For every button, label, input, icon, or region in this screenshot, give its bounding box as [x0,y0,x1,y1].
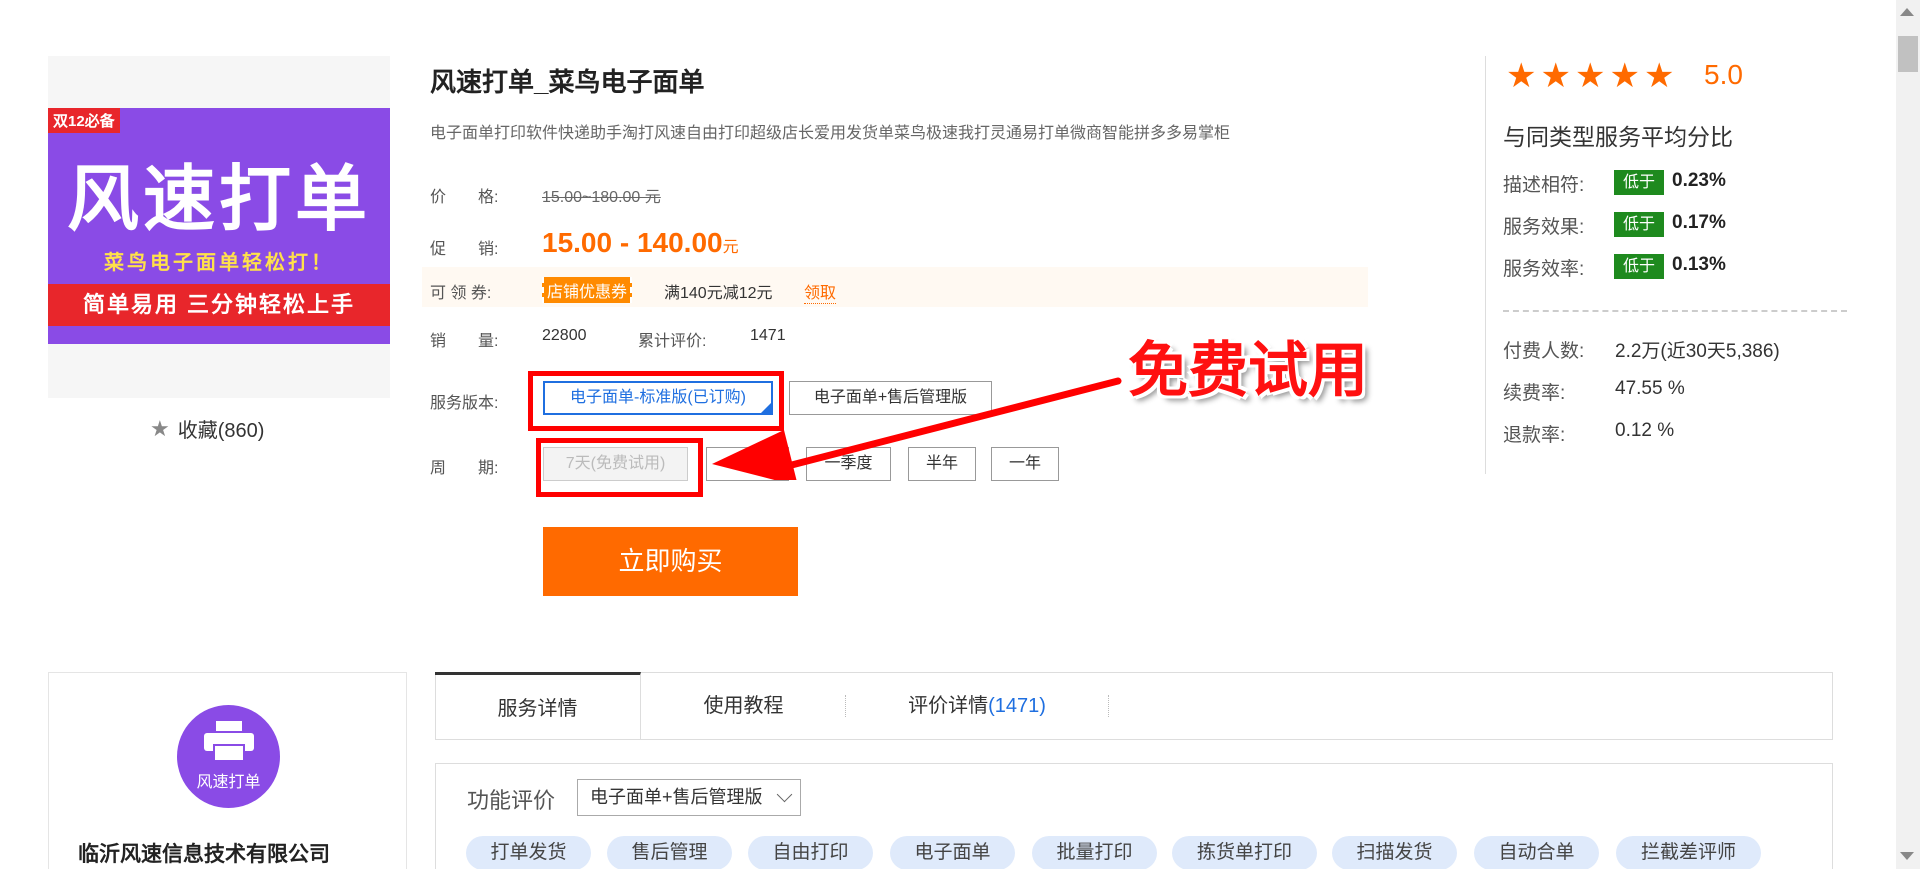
period-label: 周 期: [430,460,499,477]
rating-stars: ★ ★ ★ ★ ★ [1506,56,1674,96]
sales-label: 销 量: [430,333,499,350]
sales-value: 22800 [542,327,587,344]
banner-strip: 简单易用 三分钟轻松上手 [48,284,390,326]
feature-chip[interactable]: 售后管理 [607,836,732,869]
stat-value: 2.2万(近30天5,386) [1615,341,1780,362]
promo-price-unit: 元 [722,239,739,256]
star-icon: ★ [1540,57,1571,95]
feature-chip[interactable]: 扫描发货 [1332,836,1457,869]
rating-divider [1485,56,1486,474]
star-icon: ★ [150,415,170,441]
printer-icon [204,721,254,761]
stat-label: 付费人数: [1503,341,1585,362]
metric-value: 0.23% [1672,170,1726,191]
banner-tag: 双12必备 [48,108,120,133]
coupon-label: 可 领 券: [430,285,492,302]
stat-value: 47.55 % [1615,378,1685,399]
lower-badge: 低于 [1614,212,1664,237]
feature-chip[interactable]: 打单发货 [466,836,591,869]
metric-value: 0.17% [1672,212,1726,233]
tab-service-details[interactable]: 服务详情 [435,672,641,740]
scrollbar-thumb[interactable] [1898,36,1918,72]
favorite-button[interactable]: ★ 收藏(860) [150,414,264,443]
reviews-label: 累计评价: [638,333,707,350]
claim-coupon-link[interactable]: 领取 [804,279,837,304]
chevron-down-icon [776,786,793,803]
metric-label: 服务效率: [1503,259,1585,280]
metric-label: 服务效果: [1503,217,1585,238]
feature-chip[interactable]: 批量打印 [1032,836,1157,869]
buy-now-button[interactable]: 立即购买 [543,527,798,596]
tab-separator [1108,695,1109,717]
version-select[interactable]: 电子面单+售后管理版 [577,779,801,816]
product-description: 电子面单打印软件快递助手淘打风速自由打印超级店长爱用发货单菜鸟极速我打灵通易打单… [430,125,1231,142]
promo-price: 15.00 - 140.00元 [542,227,739,259]
tab-label: 使用教程 [703,695,784,717]
star-icon: ★ [1609,57,1640,95]
tab-reviews[interactable]: 评价详情(1471) [846,672,1108,740]
stat-label: 退款率: [1503,425,1566,446]
feature-chip[interactable]: 自动合单 [1474,836,1599,869]
annotation-arrow [712,377,1122,480]
feature-chip[interactable]: 拦截差评师 [1616,836,1761,869]
product-title: 风速打单_菜鸟电子面单 [430,67,705,97]
version-select-value: 电子面单+售后管理版 [590,787,763,807]
product-banner-image[interactable]: 双12必备 风速打单 菜鸟电子面单轻松打！ 简单易用 三分钟轻松上手 [48,108,390,344]
reviews-value: 1471 [750,327,786,344]
stat-label: 续费率: [1503,383,1566,404]
price-label: 价 格: [430,189,499,206]
lower-badge: 低于 [1614,170,1664,195]
promo-label: 促 销: [430,241,499,258]
stat-value: 0.12 % [1615,420,1675,441]
annotation-text: 免费试用 [1128,336,1368,406]
evaluation-title: 功能评价 [467,788,556,813]
tab-count: (1471) [988,695,1046,717]
scroll-down-arrow-icon[interactable] [1900,852,1914,860]
star-icon: ★ [1643,57,1675,95]
rating-score: 5.0 [1704,59,1743,90]
star-icon: ★ [1574,57,1606,95]
feature-chip[interactable]: 自由打印 [748,836,873,869]
favorite-label: 收藏(860) [177,420,265,442]
coupon-tag: 店铺优惠券 [542,277,633,303]
original-price: 15.00~180.00 元 [542,189,661,206]
promo-price-value: 15.00 - 140.00 [542,227,723,258]
version-label: 服务版本: [430,395,499,412]
tab-label: 评价详情 [908,695,989,717]
banner-title: 风速打单 [66,157,371,241]
annotation-highlight-period [536,438,703,497]
coupon-text: 满140元减12元 [664,285,773,302]
shop-logo-text: 风速打单 [196,774,261,791]
page-scrollbar[interactable] [1896,0,1920,869]
metric-value: 0.13% [1672,254,1726,275]
star-icon: ★ [1506,57,1537,95]
feature-chip[interactable]: 拣货单打印 [1172,836,1317,869]
metric-label: 描述相符: [1503,175,1585,196]
shop-name[interactable]: 临沂风速信息技术有限公司 [78,838,330,868]
shop-logo[interactable]: 风速打单 [177,705,280,808]
tab-label: 服务详情 [497,698,578,720]
tab-tutorial[interactable]: 使用教程 [641,672,846,740]
feature-chip[interactable]: 电子面单 [890,836,1015,869]
banner-subtitle: 菜鸟电子面单轻松打！ [104,252,334,274]
scroll-up-arrow-icon[interactable] [1900,8,1914,16]
compare-title: 与同类型服务平均分比 [1503,124,1733,150]
lower-badge: 低于 [1614,254,1664,279]
dashed-divider [1503,310,1847,312]
